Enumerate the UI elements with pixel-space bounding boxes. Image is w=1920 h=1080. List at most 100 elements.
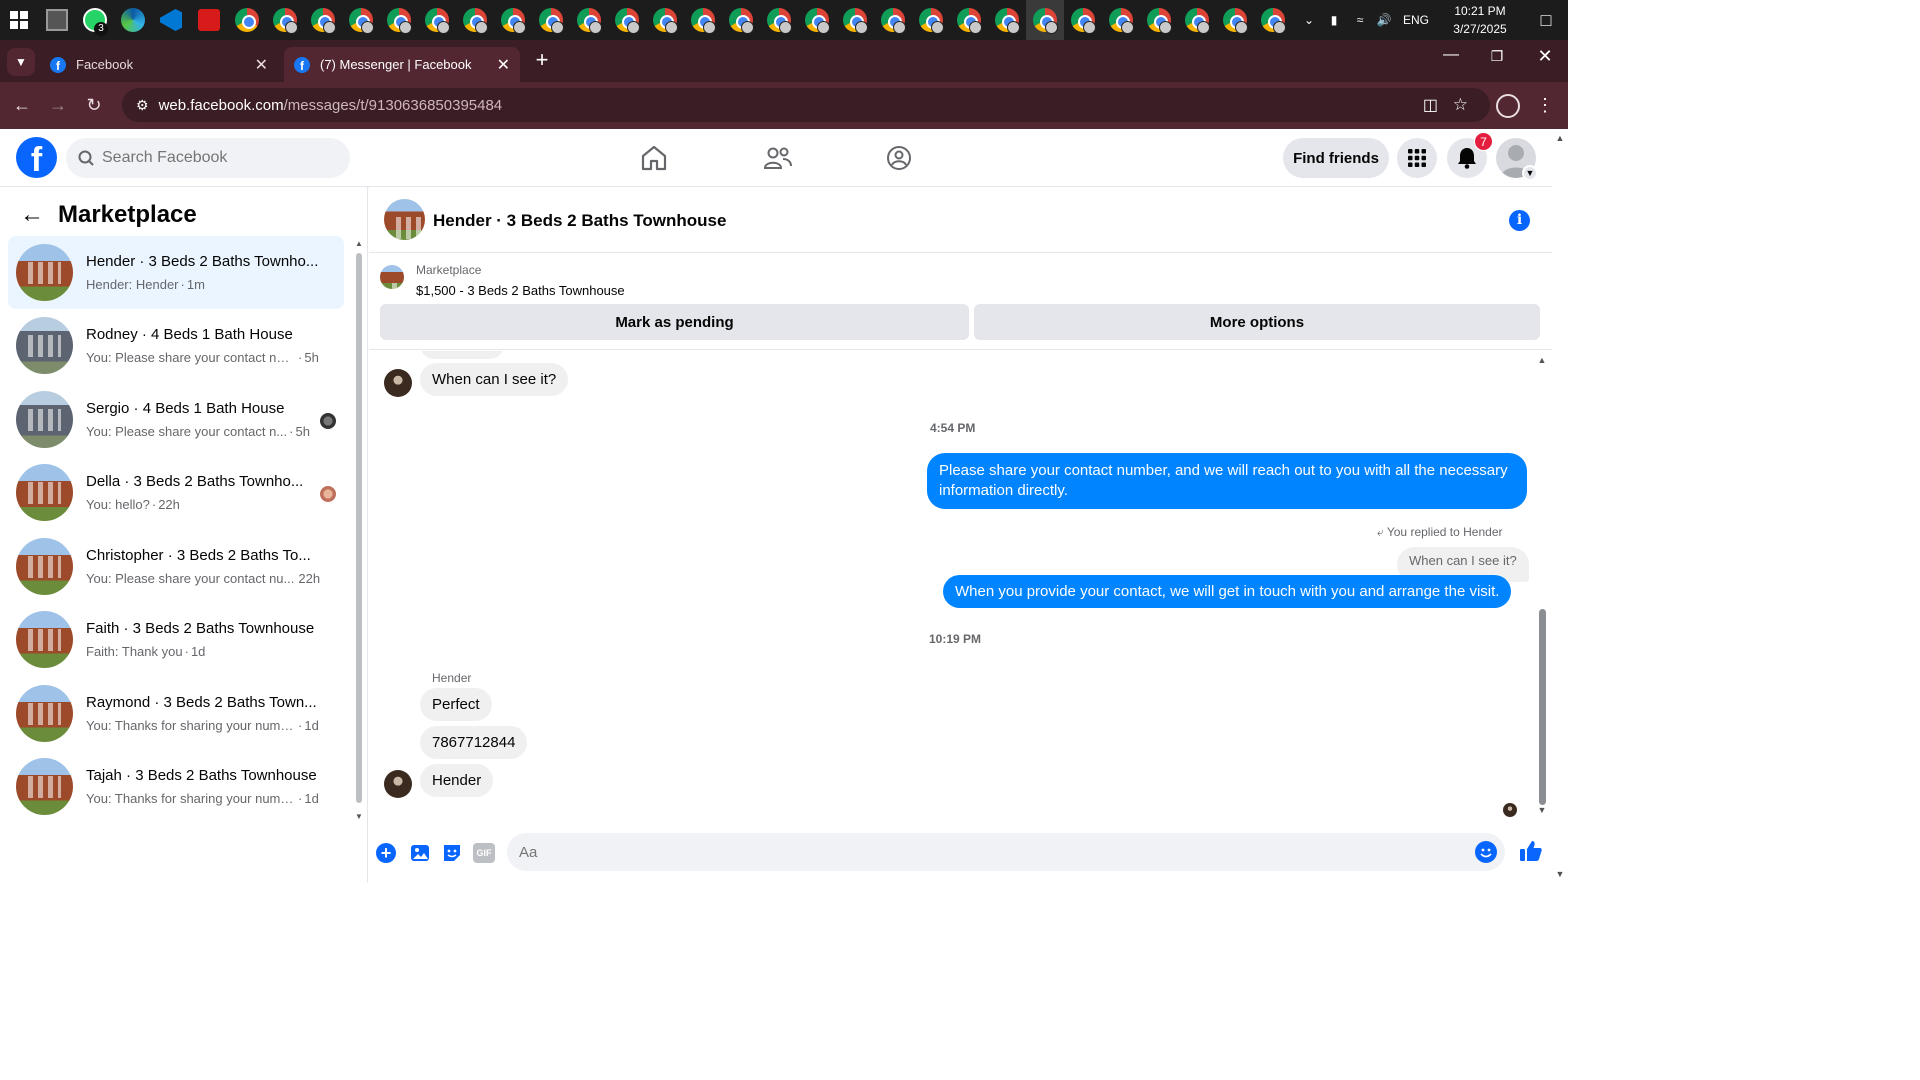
edge-icon[interactable] [114,0,152,40]
message-bubble-incoming[interactable]: Perfect [420,688,492,721]
menu-grid-button[interactable] [1397,138,1437,178]
listing-price-title[interactable]: $1,500 - 3 Beds 2 Baths Townhouse [416,283,625,298]
back-arrow-icon[interactable]: ← [20,201,44,229]
chat-title[interactable]: Hender · 3 Beds 2 Baths Townhouse [433,211,726,231]
wifi-icon[interactable]: ≈ [1348,13,1372,27]
home-nav-icon[interactable] [640,145,668,176]
message-bubble-incoming[interactable]: 7867712844 [420,726,528,759]
chrome-profile-icon[interactable] [608,0,646,40]
chrome-profile-icon[interactable] [1254,0,1292,40]
windows-start-icon[interactable] [0,0,38,40]
vscode-icon[interactable] [152,0,190,40]
chrome-profile-icon[interactable] [760,0,798,40]
language-indicator[interactable]: ENG [1396,13,1436,27]
clock[interactable]: 10:21 PM 3/27/2025 [1436,2,1524,38]
chrome-profile-icon-active[interactable] [1026,0,1064,40]
like-thumb-icon[interactable] [1519,839,1543,868]
minimize-button[interactable]: — [1434,46,1468,64]
conversation-item[interactable]: Christopher · 3 Beds 2 Baths To... You: … [8,530,344,603]
more-actions-icon[interactable]: + [376,843,396,863]
chrome-profile-icon[interactable] [380,0,418,40]
close-tab-icon[interactable]: ✕ [255,55,268,75]
forward-button[interactable]: → [40,88,76,124]
restore-button[interactable]: ❐ [1482,48,1512,65]
chrome-profile-icon[interactable] [304,0,342,40]
battery-icon[interactable]: ▮ [1320,13,1348,27]
chrome-profile-icon[interactable] [988,0,1026,40]
account-chevron-icon[interactable]: ▼ [1522,165,1538,181]
message-bubble-outgoing[interactable]: Please share your contact number, and we… [927,453,1527,509]
close-tab-icon[interactable]: ✕ [497,55,510,75]
chrome-profile-icon[interactable] [570,0,608,40]
tab-messenger[interactable]: f (7) Messenger | Facebook ✕ [284,47,520,82]
site-info-icon[interactable]: ⚙ [136,97,149,114]
chrome-profile-icon[interactable] [874,0,912,40]
notifications-button[interactable]: 7 [1447,132,1493,178]
chrome-profile-icon[interactable] [684,0,722,40]
chrome-profile-icon[interactable] [1140,0,1178,40]
volume-icon[interactable]: 🔊 [1372,13,1396,27]
chat-listing-thumbnail[interactable] [384,199,425,240]
chrome-profile-icon[interactable] [646,0,684,40]
menu-kebab-icon[interactable]: ⋮ [1536,92,1554,118]
whatsapp-icon[interactable]: 3 [76,0,114,40]
tab-search-button[interactable]: ▼ [7,48,35,76]
conversation-item[interactable]: Hender · 3 Beds 2 Baths Townho... Hender… [8,236,344,309]
chrome-profile-icon[interactable] [532,0,570,40]
chrome-profile-icon[interactable] [1102,0,1140,40]
address-bar[interactable]: ⚙ web.facebook.com/messages/t/9130636850… [122,88,1490,122]
chrome-profile-icon[interactable] [418,0,456,40]
install-app-icon[interactable]: ◫ [1423,95,1438,115]
friends-nav-icon[interactable] [763,146,792,175]
find-friends-button[interactable]: Find friends [1283,138,1389,178]
photo-icon[interactable] [409,842,431,869]
conversation-item[interactable]: Sergio · 4 Beds 1 Bath House You: Please… [8,383,344,456]
chrome-profile-icon[interactable] [456,0,494,40]
message-input[interactable] [519,843,1459,861]
more-options-button[interactable]: More options [974,304,1540,340]
notification-center-icon[interactable]: □ [1524,10,1568,31]
chrome-profile-icon[interactable] [836,0,874,40]
message-input-box[interactable] [507,833,1505,871]
listing-banner-thumbnail[interactable] [380,265,404,289]
acrobat-icon[interactable] [190,0,228,40]
chrome-profile-icon[interactable] [1216,0,1254,40]
chrome-profile-icon[interactable] [494,0,532,40]
bookmark-star-icon[interactable]: ☆ [1453,95,1468,115]
conversation-list-scrollbar[interactable]: ▲ ▼ [353,239,365,821]
app-pinned-icon[interactable] [38,0,76,40]
conversation-item[interactable]: Rodney · 4 Beds 1 Bath House You: Please… [8,309,344,382]
info-icon[interactable]: i [1509,210,1530,231]
profile-icon[interactable] [1496,94,1520,118]
chrome-profile-icon[interactable] [266,0,304,40]
chrome-profile-icon[interactable] [950,0,988,40]
facebook-logo[interactable]: f [16,137,57,178]
tab-facebook[interactable]: f Facebook ✕ [40,47,280,82]
chevron-up-icon[interactable]: ⌄ [1298,13,1320,27]
message-bubble-incoming[interactable]: When can I see it? [420,363,569,396]
conversation-item[interactable]: Tajah · 3 Beds 2 Baths Townhouse You: Th… [8,750,344,823]
search-box[interactable] [66,138,350,178]
back-button[interactable]: ← [4,88,40,124]
close-window-button[interactable]: ✕ [1530,46,1560,67]
chrome-icon[interactable] [228,0,266,40]
gif-icon[interactable]: GIF [473,843,495,863]
reload-button[interactable]: ↻ [76,88,112,124]
message-list-scrollbar[interactable]: ▲ ▼ [1535,355,1549,815]
chrome-profile-icon[interactable] [1064,0,1102,40]
conversation-item[interactable]: Della · 3 Beds 2 Baths Townho... You: he… [8,456,344,529]
groups-nav-icon[interactable] [886,145,912,176]
chrome-profile-icon[interactable] [1178,0,1216,40]
search-input[interactable] [102,149,322,167]
chrome-profile-icon[interactable] [912,0,950,40]
chrome-profile-icon[interactable] [722,0,760,40]
chrome-profile-icon[interactable] [342,0,380,40]
new-tab-button[interactable]: + [530,48,554,72]
mark-pending-button[interactable]: Mark as pending [380,304,969,340]
sticker-icon[interactable] [441,842,463,869]
page-scrollbar[interactable]: ▲ ▼ [1552,129,1568,883]
emoji-icon[interactable] [1475,841,1497,863]
conversation-item[interactable]: Raymond · 3 Beds 2 Baths Town... You: Th… [8,677,344,750]
conversation-item[interactable]: Faith · 3 Beds 2 Baths Townhouse Faith: … [8,603,344,676]
chrome-profile-icon[interactable] [798,0,836,40]
